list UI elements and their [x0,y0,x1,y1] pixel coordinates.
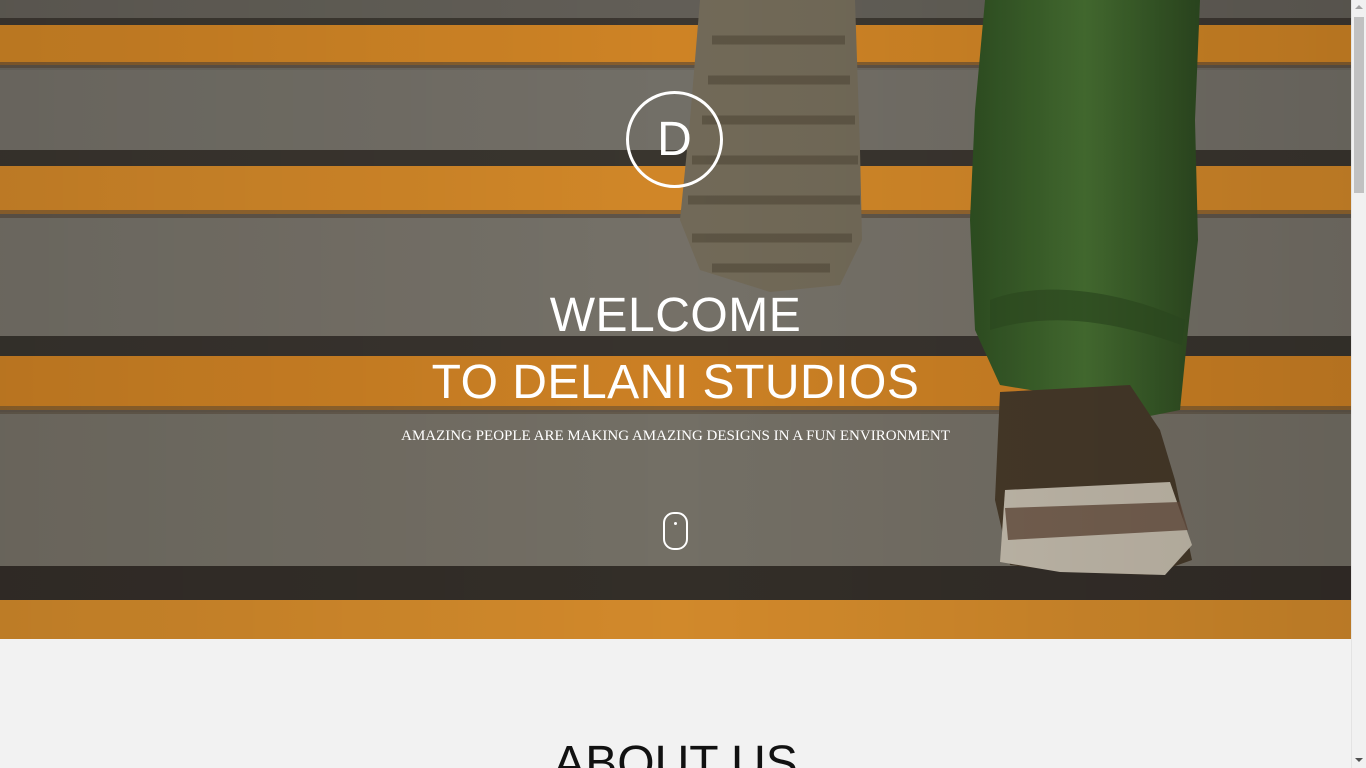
chevron-up-icon[interactable] [1355,5,1363,9]
mouse-scroll-icon[interactable] [663,512,688,550]
logo: D [626,91,723,188]
hero-content: D WELCOME TO DELANI STUDIOS AMAZING PEOP… [0,0,1351,639]
about-title: ABOUT US [553,737,798,768]
hero-headline-welcome: WELCOME [549,289,802,342]
hero-tagline: AMAZING PEOPLE ARE MAKING AMAZING DESIGN… [401,428,950,444]
scrollbar-thumb[interactable] [1354,17,1364,193]
page-scrollbar[interactable] [1351,0,1366,768]
landing-page: D WELCOME TO DELANI STUDIOS AMAZING PEOP… [0,0,1351,768]
chevron-down-icon[interactable] [1355,758,1363,762]
about-section: ABOUT US [0,639,1351,768]
hero-section: D WELCOME TO DELANI STUDIOS AMAZING PEOP… [0,0,1351,639]
mouse-wheel-dot [674,522,677,525]
hero-headline-studio-name: TO DELANI STUDIOS [431,356,920,409]
